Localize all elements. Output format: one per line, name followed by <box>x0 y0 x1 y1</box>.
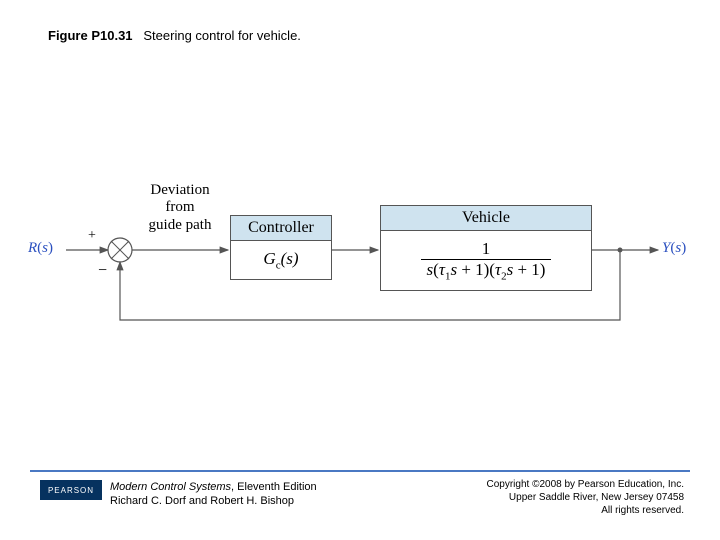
controller-title: Controller <box>231 216 331 241</box>
vehicle-block: Vehicle 1 s(τ1s + 1)(τ2s + 1) <box>380 205 592 291</box>
pearson-logo: PEARSON <box>40 480 102 500</box>
block-diagram: R(s) + − Deviationfromguide path Control… <box>30 150 690 360</box>
output-label: Y(s) <box>662 240 686 257</box>
vehicle-title: Vehicle <box>381 206 591 231</box>
copyright-block: Copyright ©2008 by Pearson Education, In… <box>487 478 685 517</box>
tf-numerator: 1 <box>421 239 552 259</box>
figure-id: Figure P10.31 <box>48 28 133 43</box>
controller-block: Controller Gc(s) <box>230 215 332 280</box>
figure-caption: Figure P10.31 Steering control for vehic… <box>48 28 301 43</box>
minus-sign: − <box>98 262 107 280</box>
book-title: Modern Control Systems <box>110 481 231 493</box>
plus-sign: + <box>88 228 96 244</box>
deviation-label: Deviationfromguide path <box>140 182 220 234</box>
input-label: R(s) <box>28 240 53 257</box>
figure-caption-text: Steering control for vehicle. <box>143 28 301 43</box>
controller-body: Gc(s) <box>231 241 331 279</box>
vehicle-body: 1 s(τ1s + 1)(τ2s + 1) <box>381 231 591 290</box>
tf-denominator: s(τ1s + 1)(τ2s + 1) <box>421 259 552 282</box>
book-authors: Richard C. Dorf and Robert H. Bishop <box>110 495 294 507</box>
footer-rule <box>30 470 690 472</box>
book-reference: Modern Control Systems, Eleventh Edition… <box>110 480 317 509</box>
